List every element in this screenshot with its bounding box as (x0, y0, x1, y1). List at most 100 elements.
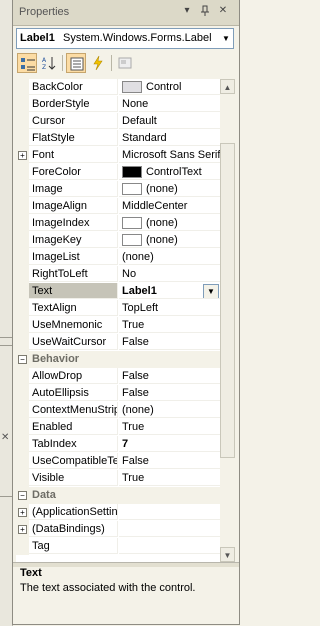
property-value[interactable]: Microsoft Sans Serif, 8.25pt (119, 147, 220, 163)
alphabetical-button[interactable]: AZ (39, 53, 59, 73)
property-value[interactable]: False (119, 368, 220, 384)
property-value-text: False (122, 336, 149, 348)
property-row[interactable]: AllowDrop False (16, 368, 220, 385)
property-row[interactable]: Enabled True (16, 419, 220, 436)
collapse-icon[interactable]: − (18, 491, 27, 500)
property-value[interactable]: False (119, 453, 220, 469)
property-value-text: (none) (146, 183, 178, 195)
property-value[interactable] (119, 538, 220, 554)
property-value[interactable]: (none) (119, 249, 220, 265)
property-value[interactable]: Default (119, 113, 220, 129)
property-row[interactable]: Visible True (16, 470, 220, 487)
property-row[interactable]: Text Label1 ▼ (16, 283, 220, 300)
expand-icon[interactable]: + (18, 151, 27, 160)
value-swatch (122, 183, 142, 195)
property-row[interactable]: TabIndex 7 (16, 436, 220, 453)
property-value[interactable]: ControlText (119, 164, 220, 180)
background-close-icon[interactable]: ✕ (1, 432, 9, 443)
row-gutter: + (16, 521, 29, 538)
row-gutter (16, 266, 29, 283)
property-value[interactable]: None (119, 96, 220, 112)
events-button[interactable] (88, 53, 108, 73)
property-row[interactable]: UseMnemonic True (16, 317, 220, 334)
property-value[interactable] (119, 504, 220, 520)
property-row[interactable]: ImageKey (none) (16, 232, 220, 249)
properties-button[interactable] (66, 53, 86, 73)
property-row[interactable]: RightToLeft No (16, 266, 220, 283)
property-name: Visible (29, 470, 118, 486)
category-label: Data (32, 489, 56, 501)
property-row[interactable]: +(ApplicationSettings) (16, 504, 220, 521)
property-value[interactable]: True (119, 419, 220, 435)
close-icon[interactable]: ✕ (217, 5, 229, 19)
object-selector[interactable]: Label1 System.Windows.Forms.Label ▼ (16, 28, 234, 49)
property-value[interactable]: TopLeft (119, 300, 220, 316)
events-icon (93, 56, 103, 70)
expand-icon[interactable]: + (18, 508, 27, 517)
property-value[interactable]: Standard (119, 130, 220, 146)
property-row[interactable]: + (DataBindings) (16, 521, 220, 538)
property-value[interactable]: True (119, 470, 220, 486)
property-row[interactable]: ImageList (none) (16, 249, 220, 266)
property-row[interactable]: ForeColor ControlText (16, 164, 220, 181)
row-gutter (16, 368, 29, 385)
property-row[interactable]: FlatStyle Standard (16, 130, 220, 147)
property-value[interactable]: False (119, 385, 220, 401)
value-swatch (122, 234, 142, 246)
property-value-text: True (122, 319, 145, 331)
property-value-text: (none) (122, 251, 154, 263)
property-row[interactable]: ImageAlign MiddleCenter (16, 198, 220, 215)
scroll-thumb[interactable] (220, 143, 235, 458)
property-value[interactable]: Label1 ▼ (119, 283, 220, 299)
value-swatch (122, 81, 142, 93)
pin-icon[interactable] (199, 5, 211, 19)
categorized-icon (21, 58, 35, 71)
property-row[interactable]: TextAlign TopLeft (16, 300, 220, 317)
property-value-text: None (122, 98, 149, 110)
property-value[interactable]: MiddleCenter (119, 198, 220, 214)
property-value[interactable]: (none) (119, 181, 220, 197)
scroll-down-arrow-icon[interactable]: ▼ (220, 547, 235, 562)
row-gutter: − (16, 487, 29, 504)
property-row[interactable]: ContextMenuStrip (none) (16, 402, 220, 419)
collapse-icon[interactable]: − (18, 355, 27, 364)
property-row[interactable]: Image (none) (16, 181, 220, 198)
property-pages-button[interactable] (115, 53, 135, 73)
property-value[interactable]: False (119, 334, 220, 350)
chevron-down-icon[interactable]: ▼ (219, 29, 233, 48)
row-gutter (16, 453, 29, 470)
category-row[interactable]: − Behavior (16, 351, 220, 368)
property-name: FlatStyle (29, 130, 118, 146)
property-value-text: True (122, 472, 145, 484)
background-divider (0, 337, 12, 338)
property-row[interactable]: +Font Microsoft Sans Serif, 8.25pt (16, 147, 220, 164)
property-row[interactable]: AutoEllipsis False (16, 385, 220, 402)
categorized-button[interactable] (17, 53, 37, 73)
property-row[interactable]: UseCompatibleTextRendering False (16, 453, 220, 470)
property-name: UseWaitCursor (29, 334, 118, 350)
expand-icon[interactable]: + (18, 525, 27, 534)
panel-titlebar: Properties ▾ ✕ (13, 0, 239, 26)
property-row[interactable]: BackColor Control (16, 79, 220, 96)
object-type: System.Windows.Forms.Label (63, 32, 212, 44)
property-value[interactable]: (none) (119, 232, 220, 248)
property-value[interactable]: No (119, 266, 220, 282)
property-row[interactable]: BorderStyle None (16, 96, 220, 113)
property-row[interactable]: UseWaitCursor False (16, 334, 220, 351)
properties-toolbar: AZ (13, 50, 239, 76)
category-row[interactable]: − Data (16, 487, 220, 504)
property-row[interactable]: Tag (16, 538, 220, 555)
property-value[interactable]: True (119, 317, 220, 333)
property-row[interactable]: Cursor Default (16, 113, 220, 130)
value-dropdown-icon[interactable]: ▼ (203, 284, 219, 298)
property-value[interactable]: 7 (119, 436, 220, 452)
property-value[interactable]: (none) (119, 215, 220, 231)
property-value[interactable]: (none) (119, 402, 220, 418)
scroll-up-arrow-icon[interactable]: ▲ (220, 79, 235, 94)
property-value[interactable]: Control (119, 79, 220, 95)
property-value-text: (none) (122, 404, 154, 416)
property-row[interactable]: ImageIndex (none) (16, 215, 220, 232)
property-value[interactable] (119, 521, 220, 537)
window-position-menu-icon[interactable]: ▾ (181, 5, 193, 19)
property-grid-scrollbar[interactable]: ▲ ▼ (220, 79, 236, 562)
